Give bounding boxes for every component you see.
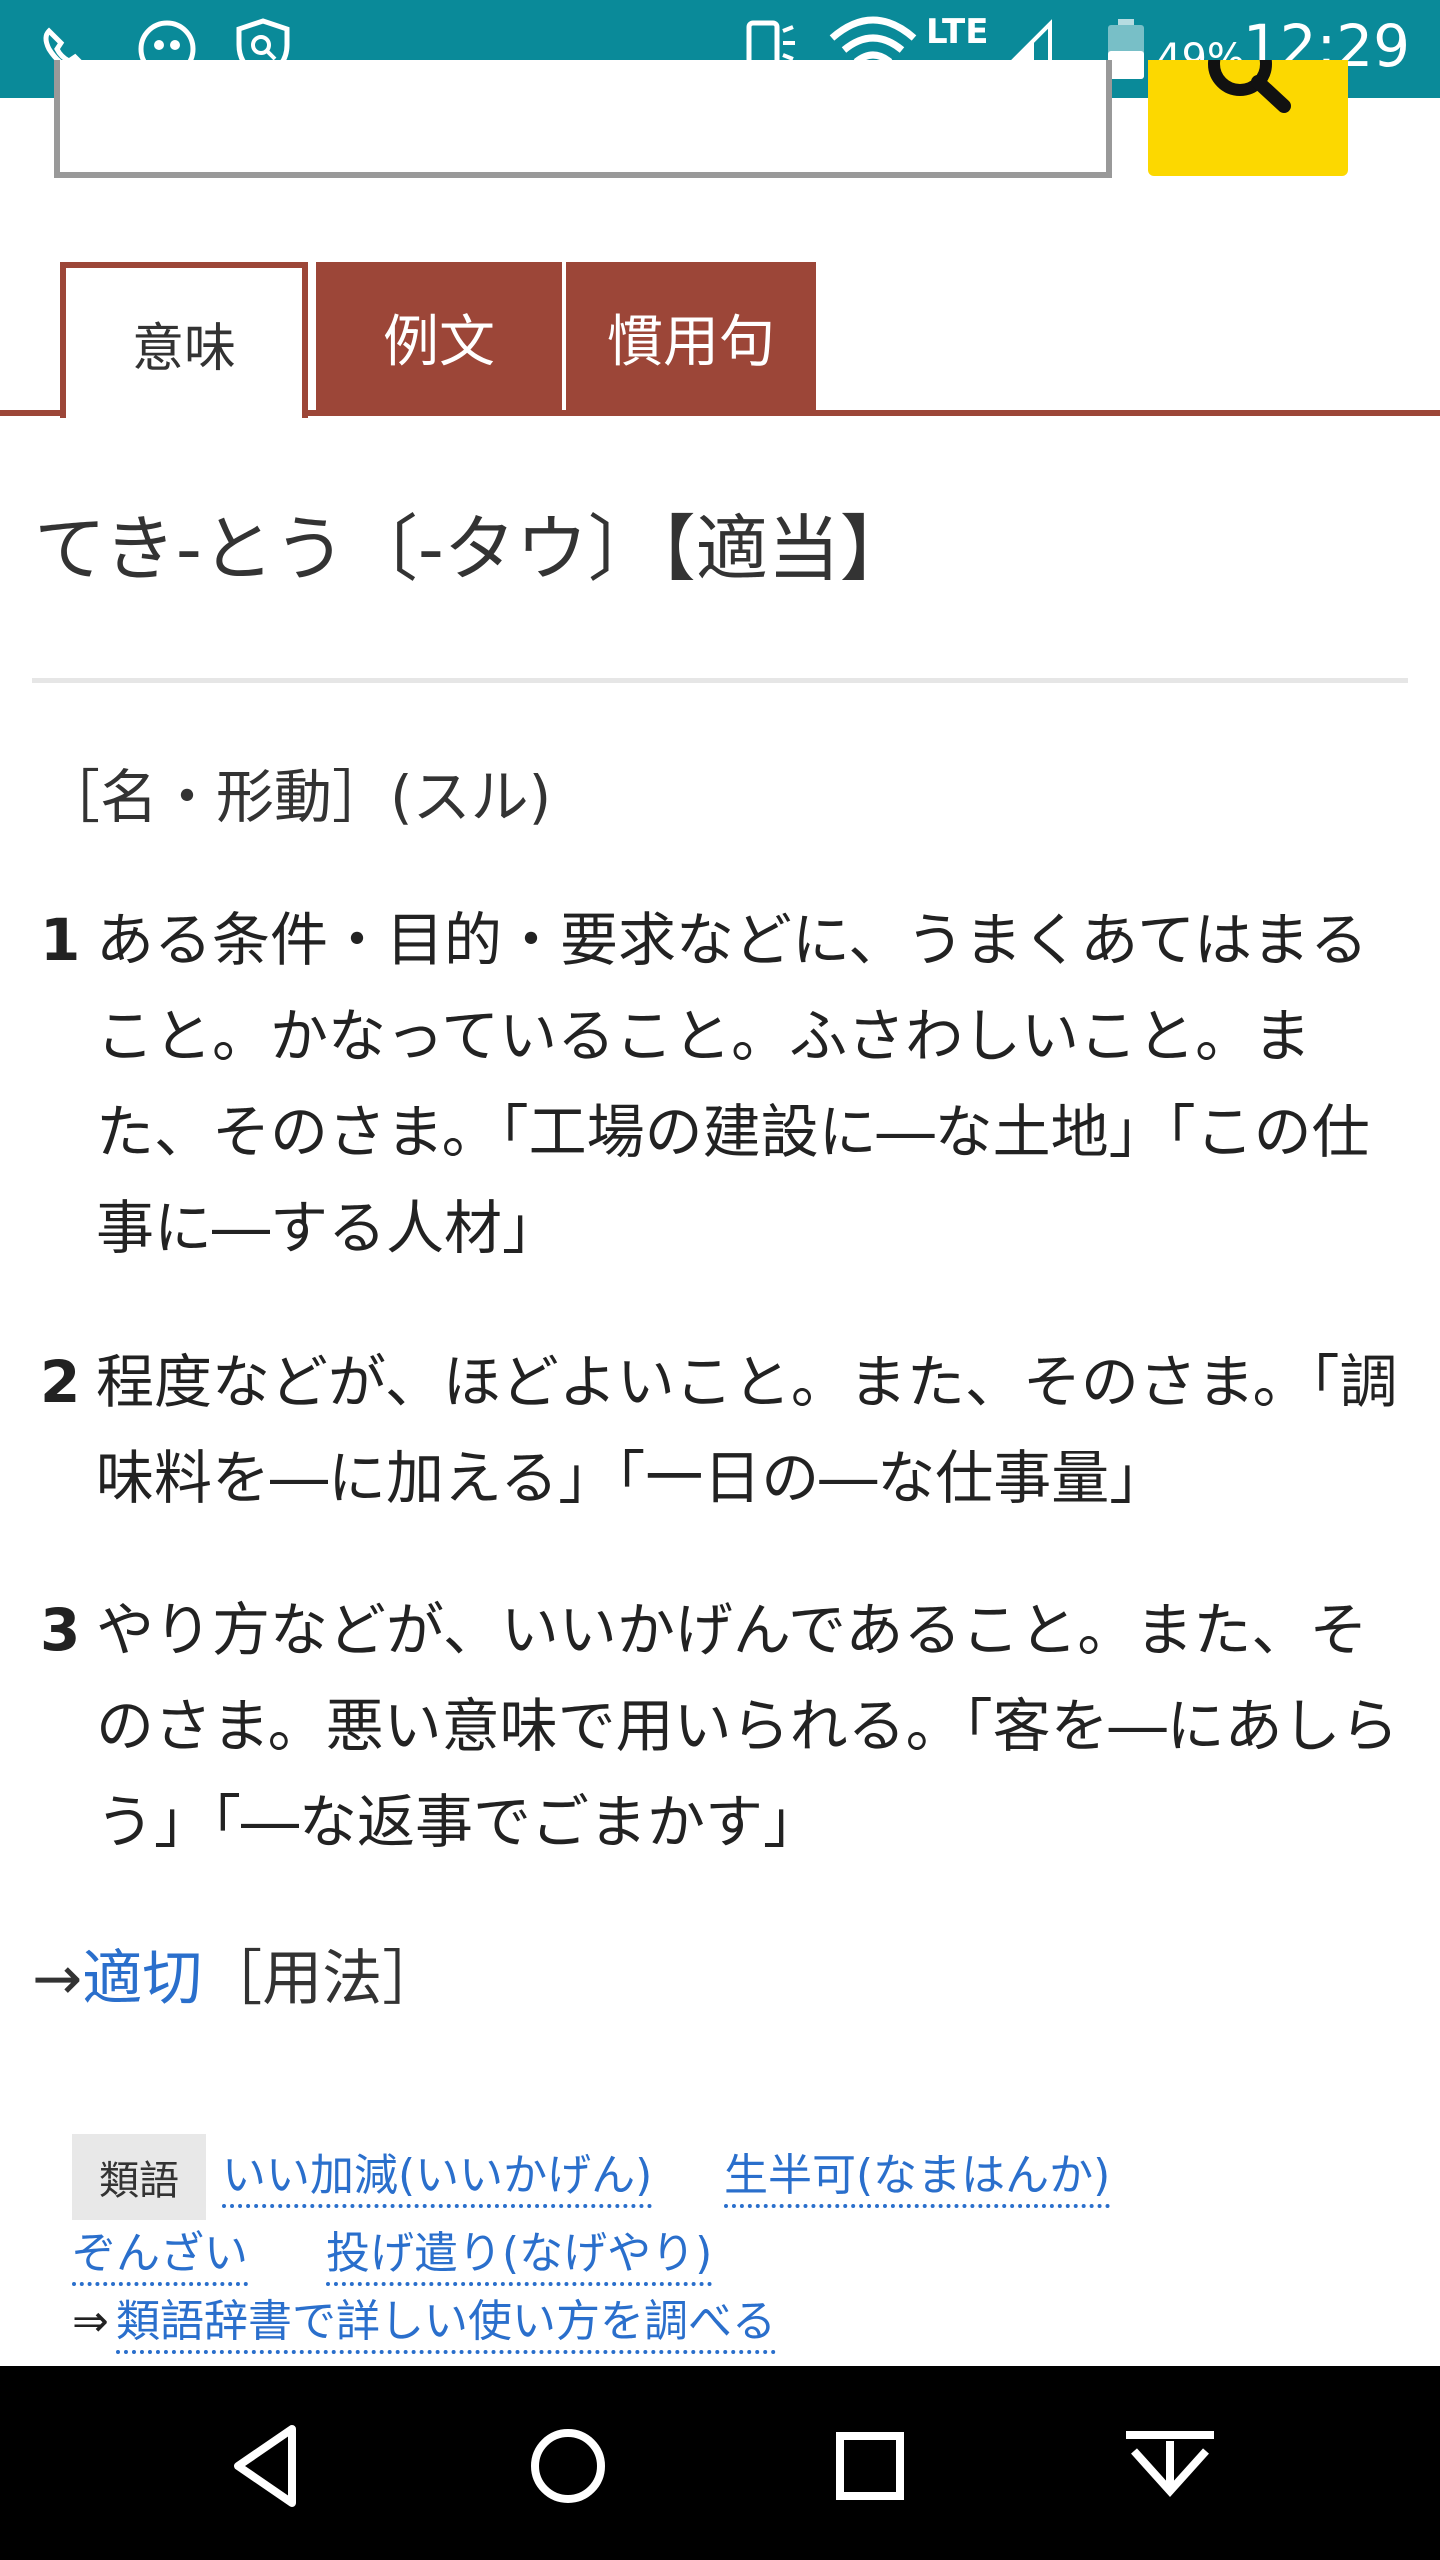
sense-item: 1 ある条件・目的・要求などに、うまくあてはまること。かなっていること。ふさわし…: [40, 892, 1410, 1276]
sense-number: 3: [40, 1596, 81, 1664]
sense-text: やり方などが、いいかげんであること。また、そのさま。悪い意味で用いられる。「客を…: [96, 1596, 1399, 1856]
thesaurus-link[interactable]: 類語辞書で詳しい使い方を調べる: [116, 2294, 776, 2354]
cross-reference: →適切［用法］: [32, 1930, 442, 2017]
recents-icon: [836, 2432, 904, 2500]
synonym-link[interactable]: ぞんざい: [72, 2226, 248, 2286]
notification-pulldown-button[interactable]: [1120, 2416, 1220, 2516]
sense-number: 1: [40, 906, 81, 974]
search-icon: [1208, 60, 1291, 113]
home-icon: [531, 2429, 605, 2503]
crossref-link[interactable]: 適切: [82, 1944, 202, 2014]
pull-down-icon: [1126, 2431, 1214, 2497]
sense-item: 2 程度などが、ほどよいこと。また、そのさま。「調味料を―に加える」「一日の―な…: [40, 1334, 1410, 1526]
back-icon: [234, 2425, 296, 2507]
home-button[interactable]: [518, 2416, 618, 2516]
recents-button[interactable]: [820, 2416, 920, 2516]
sense-text: 程度などが、ほどよいこと。また、そのさま。「調味料を―に加える」「一日の―な仕事…: [96, 1348, 1398, 1512]
sense-number: 2: [40, 1348, 81, 1416]
tab-meaning[interactable]: 意味: [60, 262, 308, 418]
part-of-speech: ［名・形動］(スル): [42, 763, 552, 831]
more-arrow: ⇒: [72, 2296, 109, 2347]
sense-text: ある条件・目的・要求などに、うまくあてはまること。かなっていること。ふさわしいこ…: [96, 906, 1370, 1262]
tab-idioms[interactable]: 慣用句: [566, 262, 816, 412]
search-input[interactable]: [54, 60, 1112, 178]
synonym-badge: 類語: [72, 2134, 206, 2220]
back-button[interactable]: [216, 2416, 316, 2516]
synonym-link[interactable]: 生半可(なまはんか): [724, 2148, 1111, 2208]
network-type-label: LTE: [926, 12, 989, 52]
tab-examples[interactable]: 例文: [316, 262, 562, 412]
divider: [32, 678, 1408, 683]
synonym-link[interactable]: 投げ遣り(なげやり): [326, 2226, 713, 2286]
synonym-link[interactable]: いい加減(いいかげん): [222, 2148, 653, 2208]
navigation-bar: [0, 2366, 1440, 2560]
crossref-suffix: ［用法］: [202, 1944, 443, 2014]
sense-item: 3 やり方などが、いいかげんであること。また、そのさま。悪い意味で用いられる。「…: [40, 1582, 1410, 1870]
search-button[interactable]: [1148, 60, 1348, 176]
entry-title: てき‐とう〔‐タウ〕【適当】: [34, 507, 912, 591]
crossref-arrow: →: [32, 1944, 83, 2014]
